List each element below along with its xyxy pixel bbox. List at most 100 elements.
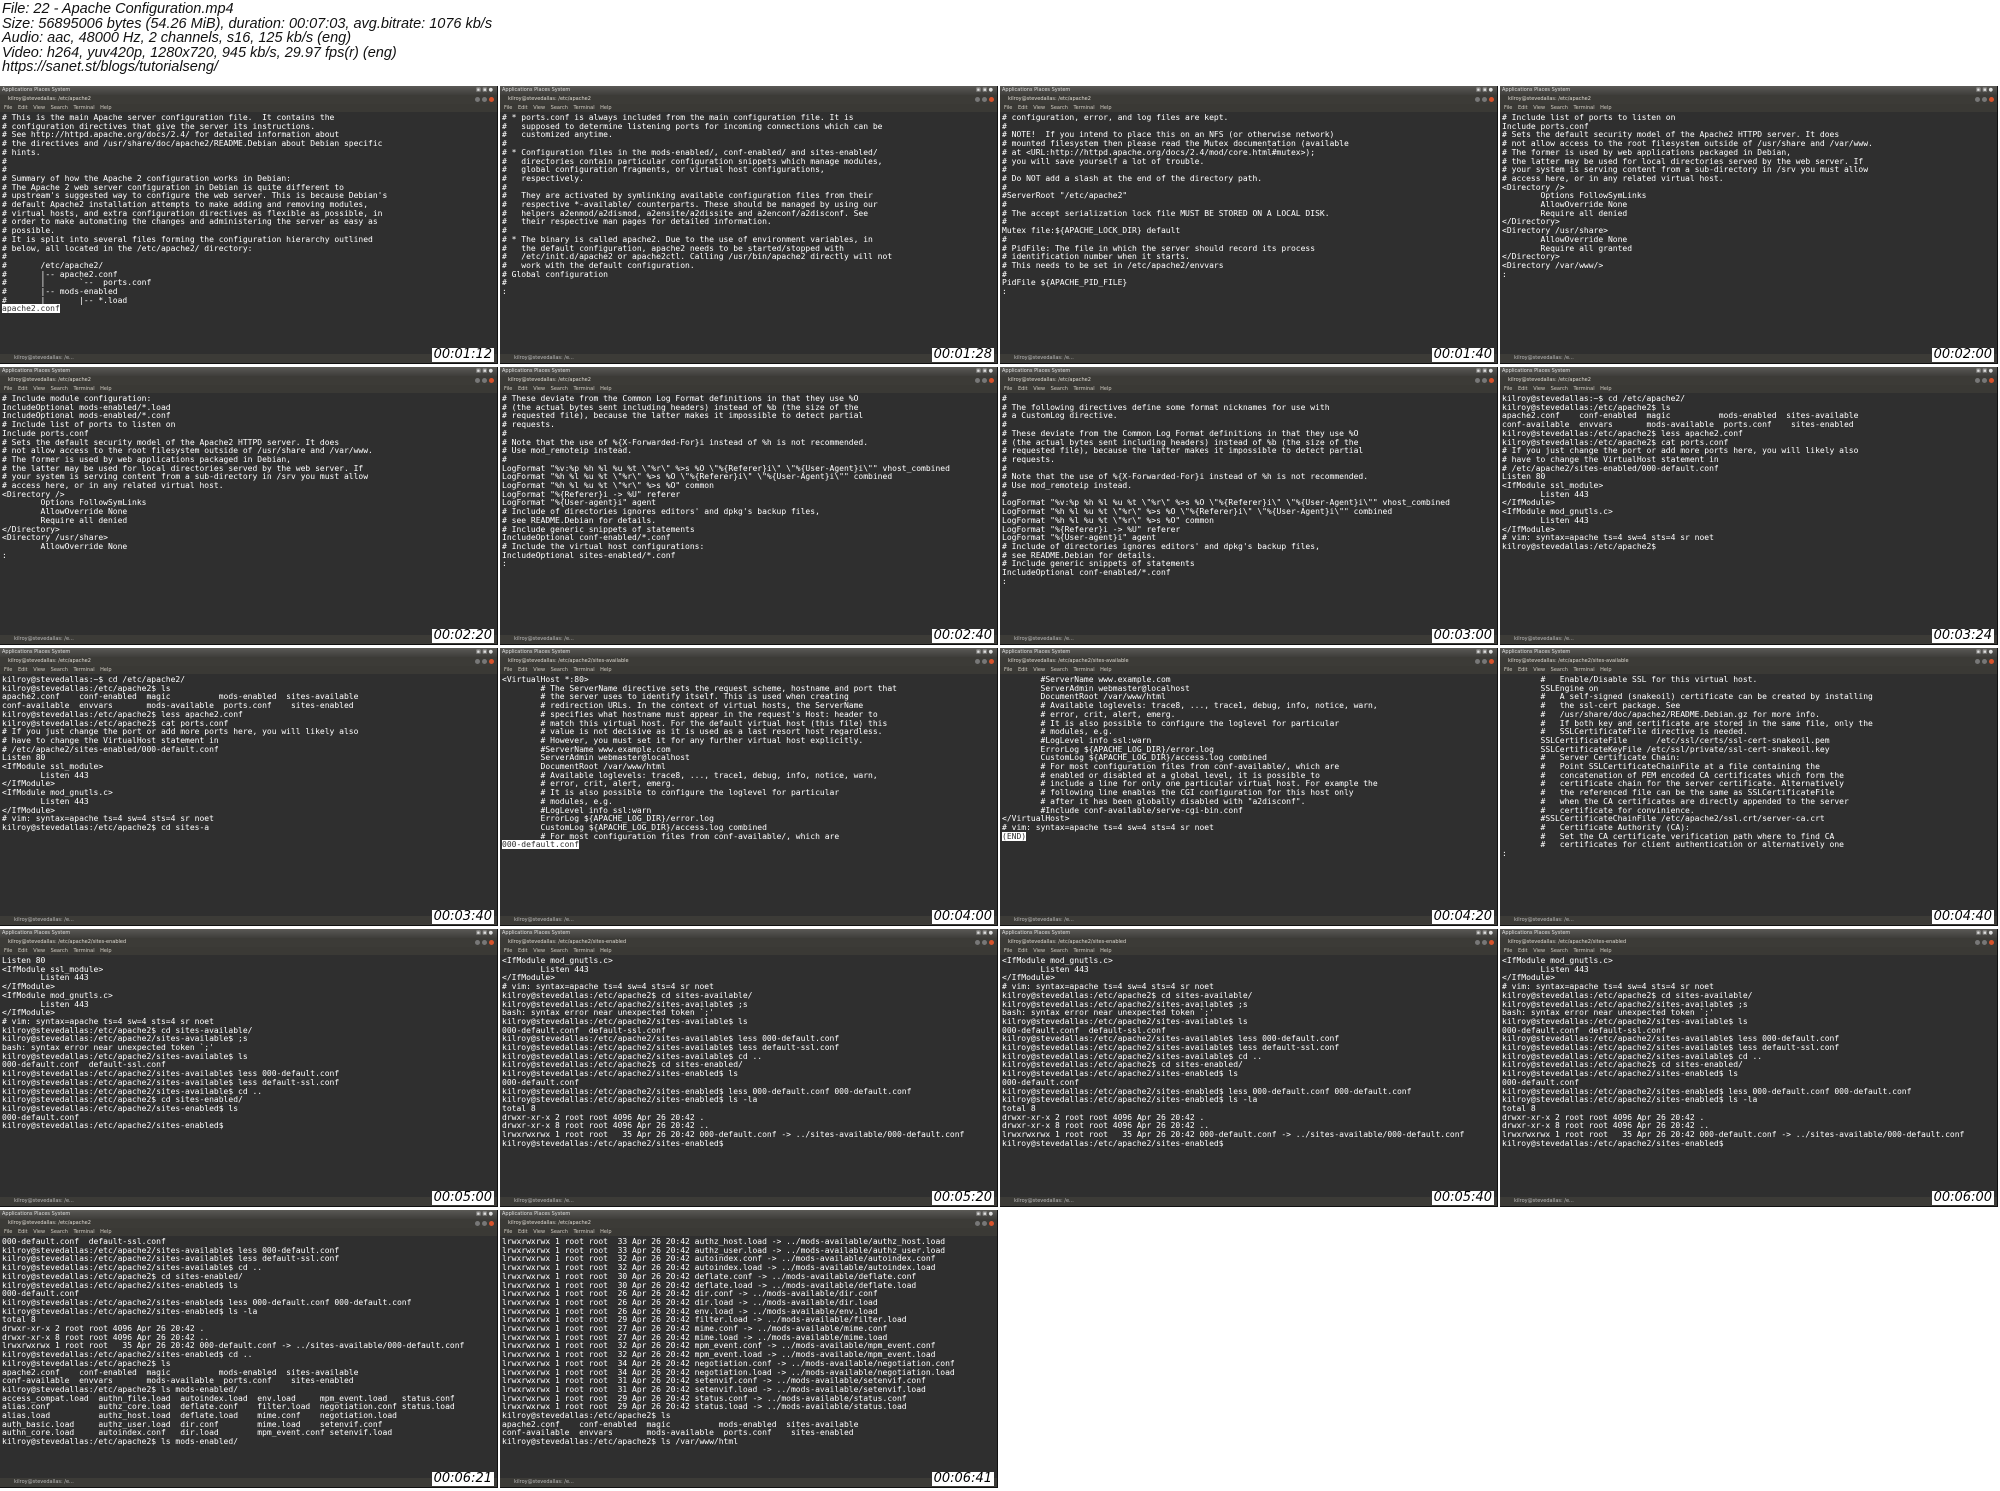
taskbar-window-button[interactable]: kilroy@stevedallas: /e... [1014, 1198, 1074, 1204]
minimize-icon[interactable] [475, 97, 480, 102]
maximize-icon[interactable] [1482, 97, 1487, 102]
taskbar-window-button[interactable]: kilroy@stevedallas: /e... [514, 917, 574, 923]
minimize-icon[interactable] [1975, 940, 1980, 945]
close-icon[interactable] [489, 97, 494, 102]
taskbar-window-button[interactable]: kilroy@stevedallas: /e... [1514, 636, 1574, 642]
terminal-menubar[interactable]: File Edit View Search Terminal Help [1000, 104, 1497, 112]
terminal-menubar[interactable]: File Edit View Search Terminal Help [500, 104, 997, 112]
taskbar-window-button[interactable]: kilroy@stevedallas: /e... [1014, 636, 1074, 642]
close-icon[interactable] [989, 659, 994, 664]
minimize-icon[interactable] [975, 659, 980, 664]
terminal-menubar[interactable]: File Edit View Search Terminal Help [0, 666, 497, 674]
close-icon[interactable] [989, 97, 994, 102]
terminal-menubar[interactable]: File Edit View Search Terminal Help [0, 385, 497, 393]
close-icon[interactable] [989, 1221, 994, 1226]
close-icon[interactable] [489, 378, 494, 383]
taskbar-window-button[interactable]: kilroy@stevedallas: /e... [14, 1479, 74, 1485]
desktop-menu-label[interactable]: Applications Places System [1002, 368, 1070, 374]
taskbar-window-button[interactable]: kilroy@stevedallas: /e... [1514, 355, 1574, 361]
video-thumbnail[interactable]: Applications Places System ▣ ▣ ● kilroy@st… [1000, 86, 1498, 364]
video-thumbnail[interactable]: Applications Places System ▣ ▣ ● kilroy@st… [0, 648, 498, 926]
close-icon[interactable] [1489, 940, 1494, 945]
video-thumbnail[interactable]: Applications Places System ▣ ▣ ● kilroy@st… [500, 929, 998, 1207]
desktop-menu-label[interactable]: Applications Places System [502, 87, 570, 93]
close-icon[interactable] [989, 940, 994, 945]
maximize-icon[interactable] [982, 97, 987, 102]
maximize-icon[interactable] [482, 940, 487, 945]
close-icon[interactable] [489, 940, 494, 945]
minimize-icon[interactable] [975, 378, 980, 383]
taskbar-window-button[interactable]: kilroy@stevedallas: /e... [1014, 917, 1074, 923]
terminal-menubar[interactable]: File Edit View Search Terminal Help [1500, 947, 1997, 955]
video-thumbnail[interactable]: Applications Places System ▣ ▣ ● kilroy@st… [1000, 648, 1498, 926]
maximize-icon[interactable] [982, 1221, 987, 1226]
minimize-icon[interactable] [1475, 378, 1480, 383]
maximize-icon[interactable] [482, 97, 487, 102]
close-icon[interactable] [1989, 378, 1994, 383]
minimize-icon[interactable] [475, 378, 480, 383]
maximize-icon[interactable] [982, 940, 987, 945]
desktop-menu-label[interactable]: Applications Places System [1502, 649, 1570, 655]
terminal-menubar[interactable]: File Edit View Search Terminal Help [500, 947, 997, 955]
terminal-menubar[interactable]: File Edit View Search Terminal Help [0, 1228, 497, 1236]
desktop-menu-label[interactable]: Applications Places System [1502, 87, 1570, 93]
maximize-icon[interactable] [1482, 378, 1487, 383]
maximize-icon[interactable] [1982, 940, 1987, 945]
maximize-icon[interactable] [982, 378, 987, 383]
desktop-menu-label[interactable]: Applications Places System [1002, 930, 1070, 936]
taskbar-window-button[interactable]: kilroy@stevedallas: /e... [514, 1198, 574, 1204]
maximize-icon[interactable] [1482, 940, 1487, 945]
terminal-menubar[interactable]: File Edit View Search Terminal Help [500, 666, 997, 674]
close-icon[interactable] [1489, 378, 1494, 383]
taskbar-window-button[interactable]: kilroy@stevedallas: /e... [14, 1198, 74, 1204]
maximize-icon[interactable] [482, 1221, 487, 1226]
minimize-icon[interactable] [975, 97, 980, 102]
desktop-menu-label[interactable]: Applications Places System [502, 368, 570, 374]
terminal-menubar[interactable]: File Edit View Search Terminal Help [1000, 947, 1497, 955]
video-thumbnail[interactable]: Applications Places System ▣ ▣ ● kilroy@st… [500, 1210, 998, 1488]
terminal-menubar[interactable]: File Edit View Search Terminal Help [500, 385, 997, 393]
close-icon[interactable] [989, 378, 994, 383]
desktop-menu-label[interactable]: Applications Places System [502, 649, 570, 655]
minimize-icon[interactable] [975, 1221, 980, 1226]
minimize-icon[interactable] [1975, 378, 1980, 383]
video-thumbnail[interactable]: Applications Places System ▣ ▣ ● kilroy@st… [0, 1210, 498, 1488]
desktop-menu-label[interactable]: Applications Places System [2, 649, 70, 655]
terminal-menubar[interactable]: File Edit View Search Terminal Help [1500, 385, 1997, 393]
terminal-menubar[interactable]: File Edit View Search Terminal Help [500, 1228, 997, 1236]
desktop-menu-label[interactable]: Applications Places System [1002, 87, 1070, 93]
close-icon[interactable] [1989, 97, 1994, 102]
video-thumbnail[interactable]: Applications Places System ▣ ▣ ● kilroy@st… [1500, 648, 1998, 926]
video-thumbnail[interactable]: Applications Places System ▣ ▣ ● kilroy@st… [1000, 929, 1498, 1207]
maximize-icon[interactable] [482, 378, 487, 383]
taskbar-window-button[interactable]: kilroy@stevedallas: /e... [514, 1479, 574, 1485]
close-icon[interactable] [1989, 940, 1994, 945]
terminal-menubar[interactable]: File Edit View Search Terminal Help [1500, 104, 1997, 112]
desktop-menu-label[interactable]: Applications Places System [502, 1211, 570, 1217]
taskbar-window-button[interactable]: kilroy@stevedallas: /e... [1014, 355, 1074, 361]
close-icon[interactable] [489, 659, 494, 664]
video-thumbnail[interactable]: Applications Places System ▣ ▣ ● kilroy@st… [0, 929, 498, 1207]
desktop-menu-label[interactable]: Applications Places System [2, 1211, 70, 1217]
close-icon[interactable] [1989, 659, 1994, 664]
close-icon[interactable] [489, 1221, 494, 1226]
terminal-menubar[interactable]: File Edit View Search Terminal Help [1500, 666, 1997, 674]
minimize-icon[interactable] [475, 940, 480, 945]
video-thumbnail[interactable]: Applications Places System ▣ ▣ ● kilroy@st… [1500, 929, 1998, 1207]
terminal-menubar[interactable]: File Edit View Search Terminal Help [0, 104, 497, 112]
taskbar-window-button[interactable]: kilroy@stevedallas: /e... [14, 636, 74, 642]
video-thumbnail[interactable]: Applications Places System ▣ ▣ ● kilroy@st… [1500, 86, 1998, 364]
maximize-icon[interactable] [482, 659, 487, 664]
maximize-icon[interactable] [1982, 378, 1987, 383]
minimize-icon[interactable] [1475, 940, 1480, 945]
minimize-icon[interactable] [475, 659, 480, 664]
desktop-menu-label[interactable]: Applications Places System [1502, 930, 1570, 936]
terminal-menubar[interactable]: File Edit View Search Terminal Help [1000, 666, 1497, 674]
desktop-menu-label[interactable]: Applications Places System [2, 930, 70, 936]
maximize-icon[interactable] [1982, 97, 1987, 102]
minimize-icon[interactable] [975, 940, 980, 945]
minimize-icon[interactable] [1475, 659, 1480, 664]
minimize-icon[interactable] [1475, 97, 1480, 102]
desktop-menu-label[interactable]: Applications Places System [2, 87, 70, 93]
close-icon[interactable] [1489, 659, 1494, 664]
